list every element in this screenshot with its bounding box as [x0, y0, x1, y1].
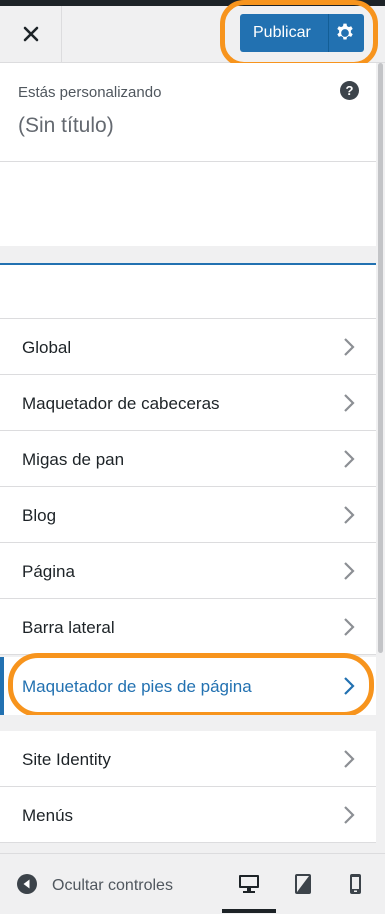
chevron-right-icon	[344, 618, 355, 636]
chevron-right-icon	[344, 506, 355, 524]
menu-item-global[interactable]: Global	[0, 319, 376, 375]
panel-section-header	[0, 263, 376, 319]
panel-menu-secondary: Site Identity Menús	[0, 731, 376, 843]
menu-item-page[interactable]: Página	[0, 543, 376, 599]
menu-item-label: Maquetador de cabeceras	[22, 394, 220, 413]
site-title: (Sin título)	[18, 114, 114, 137]
menu-item-site-identity[interactable]: Site Identity	[0, 731, 376, 787]
panel-blank	[0, 162, 376, 246]
collapse-icon[interactable]	[17, 874, 37, 894]
chevron-right-icon	[344, 338, 355, 356]
menu-item-label: Migas de pan	[22, 450, 125, 469]
chevron-right-icon	[344, 750, 355, 768]
chevron-right-icon	[344, 450, 355, 468]
scrollbar-thumb[interactable]	[378, 63, 383, 653]
mobile-preview-icon[interactable]	[343, 872, 367, 896]
chevron-right-icon	[344, 806, 355, 824]
customizer-footer: Ocultar controles	[0, 853, 385, 914]
panel-menu: Global Maquetador de cabeceras Migas de …	[0, 319, 376, 655]
triangle-left-icon	[23, 879, 30, 889]
customizer-info: Estás personalizando (Sin título) ?	[0, 63, 376, 162]
menu-item-sidebar[interactable]: Barra lateral	[0, 599, 376, 655]
active-device-indicator	[222, 909, 276, 913]
collapse-label[interactable]: Ocultar controles	[52, 877, 173, 895]
menu-item-header-builder[interactable]: Maquetador de cabeceras	[0, 375, 376, 431]
close-icon	[23, 26, 38, 42]
chevron-right-icon	[344, 562, 355, 580]
help-icon[interactable]: ?	[340, 81, 359, 100]
menu-item-label: Barra lateral	[22, 618, 115, 637]
section-gap	[0, 246, 376, 263]
menu-item-blog[interactable]: Blog	[0, 487, 376, 543]
menu-item-label: Site Identity	[22, 750, 111, 769]
menu-item-label: Menús	[22, 806, 74, 825]
menu-item-menus[interactable]: Menús	[0, 787, 376, 843]
publish-highlight	[220, 0, 378, 67]
chevron-right-icon	[344, 394, 355, 412]
desktop-preview-icon[interactable]	[237, 872, 261, 896]
section-gap	[0, 715, 376, 731]
menu-item-label: Global	[22, 338, 72, 357]
close-button[interactable]	[0, 6, 62, 62]
footer-builder-highlight	[8, 653, 374, 717]
menu-item-label: Página	[22, 562, 75, 581]
tablet-preview-icon[interactable]	[291, 872, 315, 896]
info-label: Estás personalizando	[18, 84, 162, 101]
menu-item-breadcrumbs[interactable]: Migas de pan	[0, 431, 376, 487]
menu-item-label: Blog	[22, 506, 57, 525]
